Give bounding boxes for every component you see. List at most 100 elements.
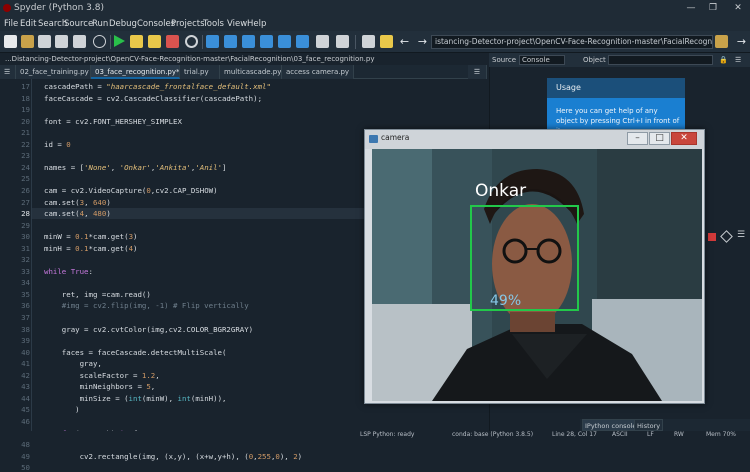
menu-tools[interactable]: Tools (203, 17, 224, 31)
code-token: names = [ (44, 162, 85, 172)
maximize-pane-icon[interactable] (316, 35, 329, 48)
code-line[interactable]: ret, img =cam.read() (44, 290, 151, 299)
code-token: 'Onkar' (119, 162, 151, 172)
status-eol: LF (647, 431, 654, 438)
line-number: 43 (21, 382, 30, 392)
console-tabs: IPython console History (580, 419, 750, 431)
code-token: 0 (66, 139, 71, 149)
minimize-button[interactable]: — (683, 0, 699, 17)
open-file-icon[interactable] (21, 35, 34, 48)
run-cell-icon[interactable] (130, 35, 143, 48)
menu-run[interactable]: Run (92, 17, 108, 31)
code-token: minSize = ( (44, 393, 129, 403)
step-icon[interactable] (224, 35, 237, 48)
save-icon[interactable] (38, 35, 51, 48)
save-all-icon[interactable] (55, 35, 68, 48)
code-line[interactable]: font = cv2.FONT_HERSHEY_SIMPLEX (44, 117, 182, 126)
working-directory-input[interactable]: istancing-Detector-project\OpenCV-Face-R… (431, 35, 713, 49)
rerun-icon[interactable] (185, 35, 198, 48)
lock-icon[interactable]: 🔒 (719, 53, 728, 67)
camera-window[interactable]: camera – □ ✕ Onkar 49% (364, 129, 705, 404)
code-line[interactable]: ) (44, 405, 79, 414)
step-return-icon[interactable] (260, 35, 273, 48)
code-line[interactable]: gray = cv2.cvtColor(img,cv2.COLOR_BGR2GR… (44, 325, 253, 334)
code-line[interactable]: minNeighbors = 5, (44, 382, 156, 392)
continue-icon[interactable] (278, 35, 291, 48)
tab-menu-icon[interactable]: ☰ (0, 65, 16, 79)
step-into-icon[interactable] (242, 35, 255, 48)
eraser-icon[interactable] (720, 230, 733, 243)
camera-close-button[interactable]: ✕ (671, 132, 697, 145)
object-input[interactable] (608, 55, 713, 65)
toolbar-separator (202, 35, 203, 49)
code-line[interactable]: cv2.rectangle(img, (x,y), (x+w,y+h), (0,… (44, 452, 303, 461)
list-icon[interactable] (73, 35, 86, 48)
menu-source[interactable]: Source (64, 17, 93, 31)
debug-icon[interactable] (206, 35, 219, 48)
code-line[interactable]: minSize = (int(minW), int(minH)), (44, 393, 227, 403)
line-number: 45 (21, 405, 30, 415)
close-button[interactable]: ✕ (730, 0, 746, 17)
run-selection-icon[interactable] (166, 35, 179, 48)
camera-maximize-button[interactable]: □ (649, 132, 670, 145)
fullscreen-icon[interactable] (336, 35, 349, 48)
code-line[interactable]: while True: (44, 267, 93, 276)
help-options-icon[interactable]: ☰ (735, 53, 741, 67)
code-line[interactable]: id = 0 (44, 140, 71, 149)
code-line[interactable]: minH = 0.1*cam.get(4) (44, 244, 137, 253)
maximize-button[interactable]: ❐ (705, 0, 721, 17)
status-encoding: ASCII (612, 431, 628, 438)
tab-ipython-console[interactable]: IPython console (582, 419, 640, 431)
code-line[interactable]: cam = cv2.VideoCapture(0,cv2.CAP_DSHOW) (44, 186, 218, 195)
tab-multicascade[interactable]: multicascade.py (220, 65, 282, 79)
camera-minimize-button[interactable]: – (627, 132, 648, 145)
preferences-wrench-icon[interactable] (362, 35, 375, 48)
code-line[interactable]: minW = 0.1*cam.get(3) (44, 232, 137, 241)
new-file-icon[interactable] (4, 35, 17, 48)
code-token: minNeighbors = (44, 382, 147, 392)
line-number: 39 (21, 336, 30, 346)
at-icon[interactable] (93, 35, 106, 48)
code-line[interactable]: faceCascade = cv2.CascadeClassifier(casc… (44, 94, 262, 103)
toolbar-separator (355, 35, 356, 49)
stop-console-icon[interactable] (708, 233, 716, 241)
code-token: minH = (44, 243, 76, 253)
menu-projects[interactable]: Projects (171, 17, 205, 31)
forward-arrow-icon[interactable]: → (416, 35, 429, 48)
console-options-icon[interactable]: ☰ (737, 230, 745, 240)
tab-trial[interactable]: trial.py (180, 65, 220, 79)
code-line[interactable]: cam.set(4, 480) (44, 209, 111, 218)
browse-folder-icon[interactable] (715, 35, 728, 48)
run-cell-advance-icon[interactable] (148, 35, 161, 48)
line-number: 35 (21, 289, 30, 299)
tab-options-icon[interactable]: ☰ (468, 65, 487, 79)
menu-consoles[interactable]: Consoles (137, 17, 175, 31)
code-line[interactable]: cascadePath = "haarcascade_frontalface_d… (44, 82, 271, 91)
code-line[interactable]: names = ['None', 'Onkar','Ankita','Anil'… (44, 163, 226, 172)
tab-history[interactable]: History (634, 419, 664, 431)
source-select[interactable]: Console (519, 55, 565, 65)
code-line[interactable]: cam.set(3, 640) (44, 198, 111, 207)
parent-dir-arrow-icon[interactable]: → (735, 35, 748, 48)
menu-search[interactable]: Search (38, 17, 67, 31)
menu-help[interactable]: Help (247, 17, 266, 31)
tab-face-recognition[interactable]: 03_face_recognition.py* (91, 65, 180, 79)
camera-window-title: camera (381, 133, 410, 142)
stop-debug-icon[interactable] (296, 35, 309, 48)
camera-title-bar[interactable]: camera – □ ✕ (365, 130, 704, 149)
back-arrow-icon[interactable]: ← (398, 35, 411, 48)
run-icon[interactable] (114, 35, 125, 47)
code-token: , (155, 370, 160, 380)
code-line[interactable]: scaleFactor = 1.2, (44, 371, 160, 380)
menu-view[interactable]: View (227, 17, 247, 31)
code-line[interactable]: gray, (44, 359, 102, 368)
menu-edit[interactable]: Edit (20, 17, 36, 31)
tab-face-training[interactable]: 02_face_training.py (16, 65, 91, 79)
tab-access-camera[interactable]: access camera.py (282, 65, 354, 79)
menu-file[interactable]: File (4, 17, 18, 31)
python-path-icon[interactable] (380, 35, 393, 48)
code-line[interactable]: #img = cv2.flip(img, -1) # Flip vertical… (44, 301, 249, 310)
code-line[interactable]: faces = faceCascade.detectMultiScale( (44, 348, 227, 357)
line-number: 25 (21, 174, 30, 184)
menu-debug[interactable]: Debug (109, 17, 137, 31)
